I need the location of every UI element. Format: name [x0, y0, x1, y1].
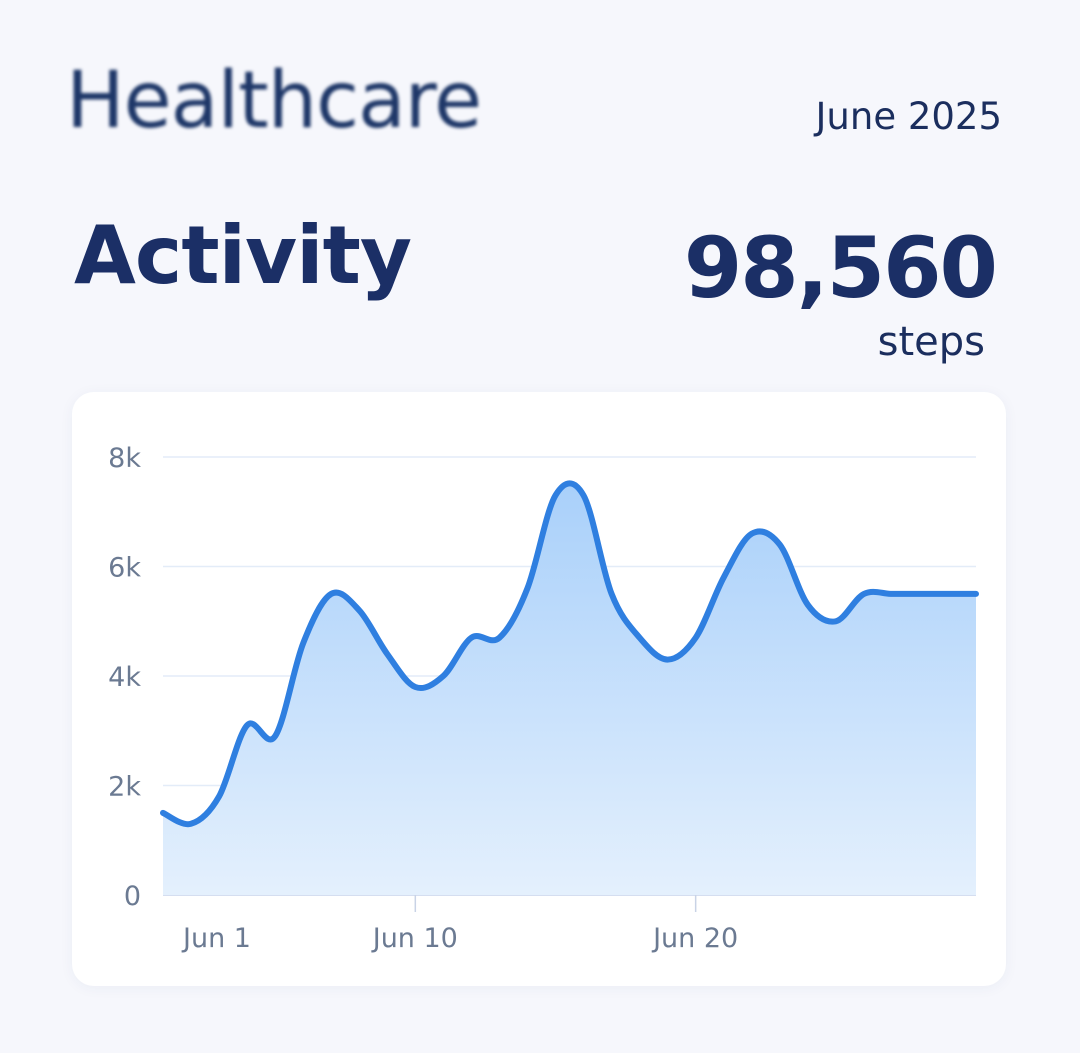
data-point	[356, 607, 362, 613]
total-steps-value: 98,560	[683, 219, 998, 317]
data-point	[244, 722, 250, 728]
brand-title: Healthcare	[66, 56, 482, 146]
chart-area-fill	[163, 483, 976, 895]
section-title: Activity	[74, 209, 412, 302]
x-tick-label: Jun 20	[651, 923, 738, 954]
y-tick-label: 8k	[108, 443, 141, 474]
y-tick-label: 0	[124, 881, 141, 912]
data-point	[973, 591, 979, 597]
data-point	[805, 602, 811, 608]
data-point	[637, 635, 643, 641]
data-point	[553, 492, 559, 498]
data-point	[945, 591, 951, 597]
activity-chart: 0 2k 4k 6k 8k Jun 1 Jun 10 Jun 20	[108, 443, 979, 954]
data-point	[833, 618, 839, 624]
x-tick-label: Jun 1	[181, 923, 251, 954]
data-point	[861, 591, 867, 597]
y-tick-label: 4k	[108, 662, 141, 693]
data-point	[160, 810, 166, 816]
data-point	[721, 574, 727, 580]
data-point	[581, 492, 587, 498]
y-tick-label: 2k	[108, 772, 141, 803]
data-point	[328, 591, 334, 597]
x-tick-label: Jun 10	[371, 923, 458, 954]
data-point	[917, 591, 923, 597]
data-point	[693, 635, 699, 641]
data-point	[384, 651, 390, 657]
data-point	[749, 531, 755, 537]
data-point	[777, 542, 783, 548]
data-point	[216, 793, 222, 799]
data-point	[609, 591, 615, 597]
data-point	[496, 635, 502, 641]
y-tick-label: 6k	[108, 553, 141, 584]
activity-chart-card: 0 2k 4k 6k 8k Jun 1 Jun 10 Jun 20	[72, 392, 1006, 986]
data-point	[440, 673, 446, 679]
data-point	[665, 657, 671, 663]
period-label: June 2025	[815, 95, 1003, 138]
total-steps-unit: steps	[877, 319, 985, 365]
data-point	[524, 585, 530, 591]
data-point	[889, 591, 895, 597]
data-point	[188, 821, 194, 827]
data-point	[468, 635, 474, 641]
data-point	[272, 733, 278, 739]
data-point	[412, 684, 418, 690]
data-point	[300, 640, 306, 646]
